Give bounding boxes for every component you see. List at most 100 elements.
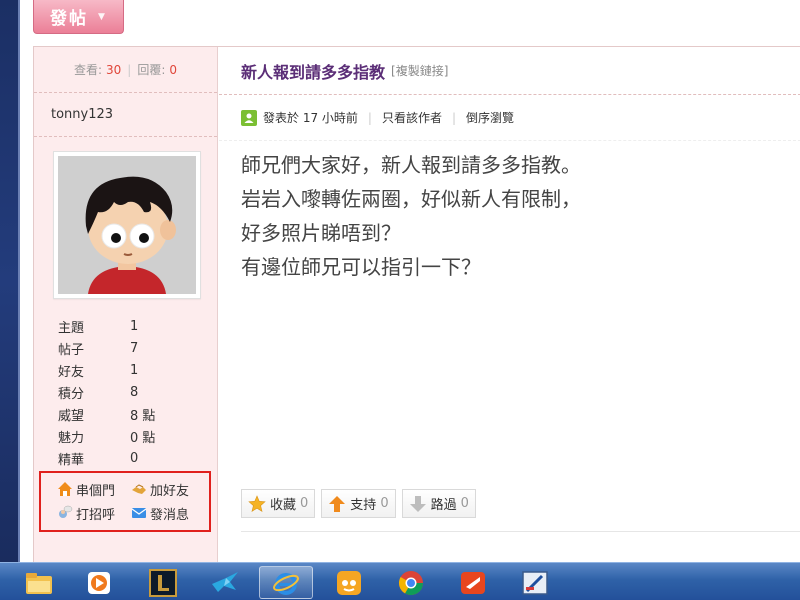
profile-label: 積分 [58,386,85,402]
handshake-icon [132,484,146,494]
only-author-link[interactable]: 只看該作者 [382,109,442,126]
new-post-button[interactable]: 發帖 ▼ [33,0,124,34]
arrow-up-icon [329,495,346,512]
thread-title-row: 新人報到請多多指教 [複製鏈接] [219,47,800,95]
send-message-button[interactable]: 發消息 [131,504,205,523]
profile-row: 精華 0 [58,447,198,469]
post-meta: 發表於 17 小時前 | 只看該作者 | 倒序瀏覽 [219,95,800,141]
avatar-image[interactable] [58,156,196,294]
support-label[interactable]: 支持 [350,494,376,513]
league-icon [149,568,177,597]
support-count: 0 [380,496,389,511]
window-left-edge [0,0,20,562]
chevron-down-icon: ▼ [98,11,107,22]
pass-count: 0 [460,496,469,511]
profile-label: 帖子 [58,342,85,358]
media-player-icon [88,571,110,594]
profile-row: 威望 8 點 [58,403,198,425]
profile-value: 0 [130,450,139,466]
profile-value[interactable]: 7 [130,341,138,356]
post-line: 師兄們大家好，新人報到請多多指教。 [241,153,581,177]
stats-separator: | [127,62,132,77]
envelope-icon [131,508,147,518]
chrome-icon [398,570,423,595]
profile-value: 0 點 [130,430,156,446]
media-player-button[interactable] [72,566,126,599]
post-content: 新人報到請多多指教 [複製鏈接] 發表於 17 小時前 | 只看該作者 | 倒序… [219,47,800,563]
content-divider [241,531,800,532]
arrow-down-icon [409,495,426,512]
visit-label[interactable]: 串個門 [76,480,115,499]
send-message-label[interactable]: 發消息 [150,504,189,523]
author-sidebar: 查看: 30 | 回覆: 0 tonny123 主題 1 帖子 7 好友 1 積… [34,47,218,563]
post-actions: 收藏 0 支持 0 路過 0 [241,489,476,518]
profile-row: 帖子 7 [58,337,198,359]
views-label: 查看: [73,63,103,77]
profile-value[interactable]: 1 [130,363,138,378]
thread-title: 新人報到請多多指教 [241,62,386,82]
collect-count: 0 [300,496,309,511]
author-name[interactable]: tonny123 [34,93,217,137]
profile-label: 威望 [58,408,85,424]
profile-row: 積分 8 [58,381,198,403]
file-explorer-icon [26,572,52,594]
bird-app-button[interactable] [198,566,252,599]
greet-label[interactable]: 打招呼 [76,504,115,523]
star-icon [248,494,266,512]
replies-count: 0 [169,62,178,77]
greet-user-icon [59,505,73,518]
meta-separator: | [451,110,457,125]
home-icon [58,482,72,496]
post-time: 發表於 17 小時前 [263,111,358,125]
replies-label: 回覆: [137,63,166,77]
profile-value: 8 點 [130,408,156,424]
paint-app-button[interactable] [508,566,562,599]
profile-value[interactable]: 1 [130,319,138,334]
profile-row: 好友 1 [58,359,198,381]
meta-separator: | [367,110,372,125]
profile-label: 好友 [58,364,85,380]
add-friend-button[interactable]: 加好友 [131,480,205,499]
profile-label: 精華 [58,452,85,468]
profile-label: 魅力 [58,430,85,446]
author-name-text[interactable]: tonny123 [51,107,113,122]
app-red-icon [461,571,485,594]
bird-app-icon [212,571,238,592]
collect-button[interactable]: 收藏 0 [241,489,316,518]
pass-button[interactable]: 路過 0 [401,489,476,518]
reverse-order-link[interactable]: 倒序瀏覽 [466,109,514,126]
cartoon-boy-avatar-icon [58,156,196,294]
avatar[interactable] [53,151,201,299]
taskbar [0,562,800,600]
pass-label[interactable]: 路過 [431,494,457,513]
internet-explorer-icon [273,572,299,595]
profile-label: 主題 [58,320,85,336]
author-actions: 串個門 加好友 打招呼 發消息 [39,471,211,532]
post-line: 有邊位師兄可以指引一下？ [241,255,481,279]
red-app-button[interactable] [446,566,500,599]
paint-app-icon [522,570,548,595]
post-body: 師兄們大家好，新人報到請多多指教。 岩岩入嚟轉佐兩圈，好似新人有限制， 好多照片… [241,148,781,284]
copy-link-button[interactable]: [複製鏈接] [391,62,448,79]
visit-button[interactable]: 串個門 [57,480,131,499]
thread-stats: 查看: 30 | 回覆: 0 [34,47,217,93]
add-friend-label[interactable]: 加好友 [150,480,189,499]
profile-row: 主題 1 [58,315,198,337]
user-online-icon [241,109,257,126]
author-profile-stats: 主題 1 帖子 7 好友 1 積分 8 威望 8 點 魅力 0 點 精華 0 [58,315,198,469]
file-explorer-button[interactable] [12,566,66,599]
internet-explorer-button[interactable] [259,566,313,599]
pps-icon [337,570,361,595]
pps-button[interactable] [322,566,376,599]
post-line: 岩岩入嚟轉佐兩圈，好似新人有限制， [241,187,581,211]
post-line: 好多照片睇唔到？ [241,221,401,245]
views-count: 30 [106,62,122,77]
chrome-button[interactable] [384,566,438,599]
thread-frame: 查看: 30 | 回覆: 0 tonny123 主題 1 帖子 7 好友 1 積… [33,46,800,563]
collect-label[interactable]: 收藏 [270,494,296,513]
support-button[interactable]: 支持 0 [321,489,396,518]
greet-button[interactable]: 打招呼 [57,504,131,523]
profile-row: 魅力 0 點 [58,425,198,447]
new-post-label: 發帖 [50,9,89,29]
league-button[interactable] [136,566,190,599]
